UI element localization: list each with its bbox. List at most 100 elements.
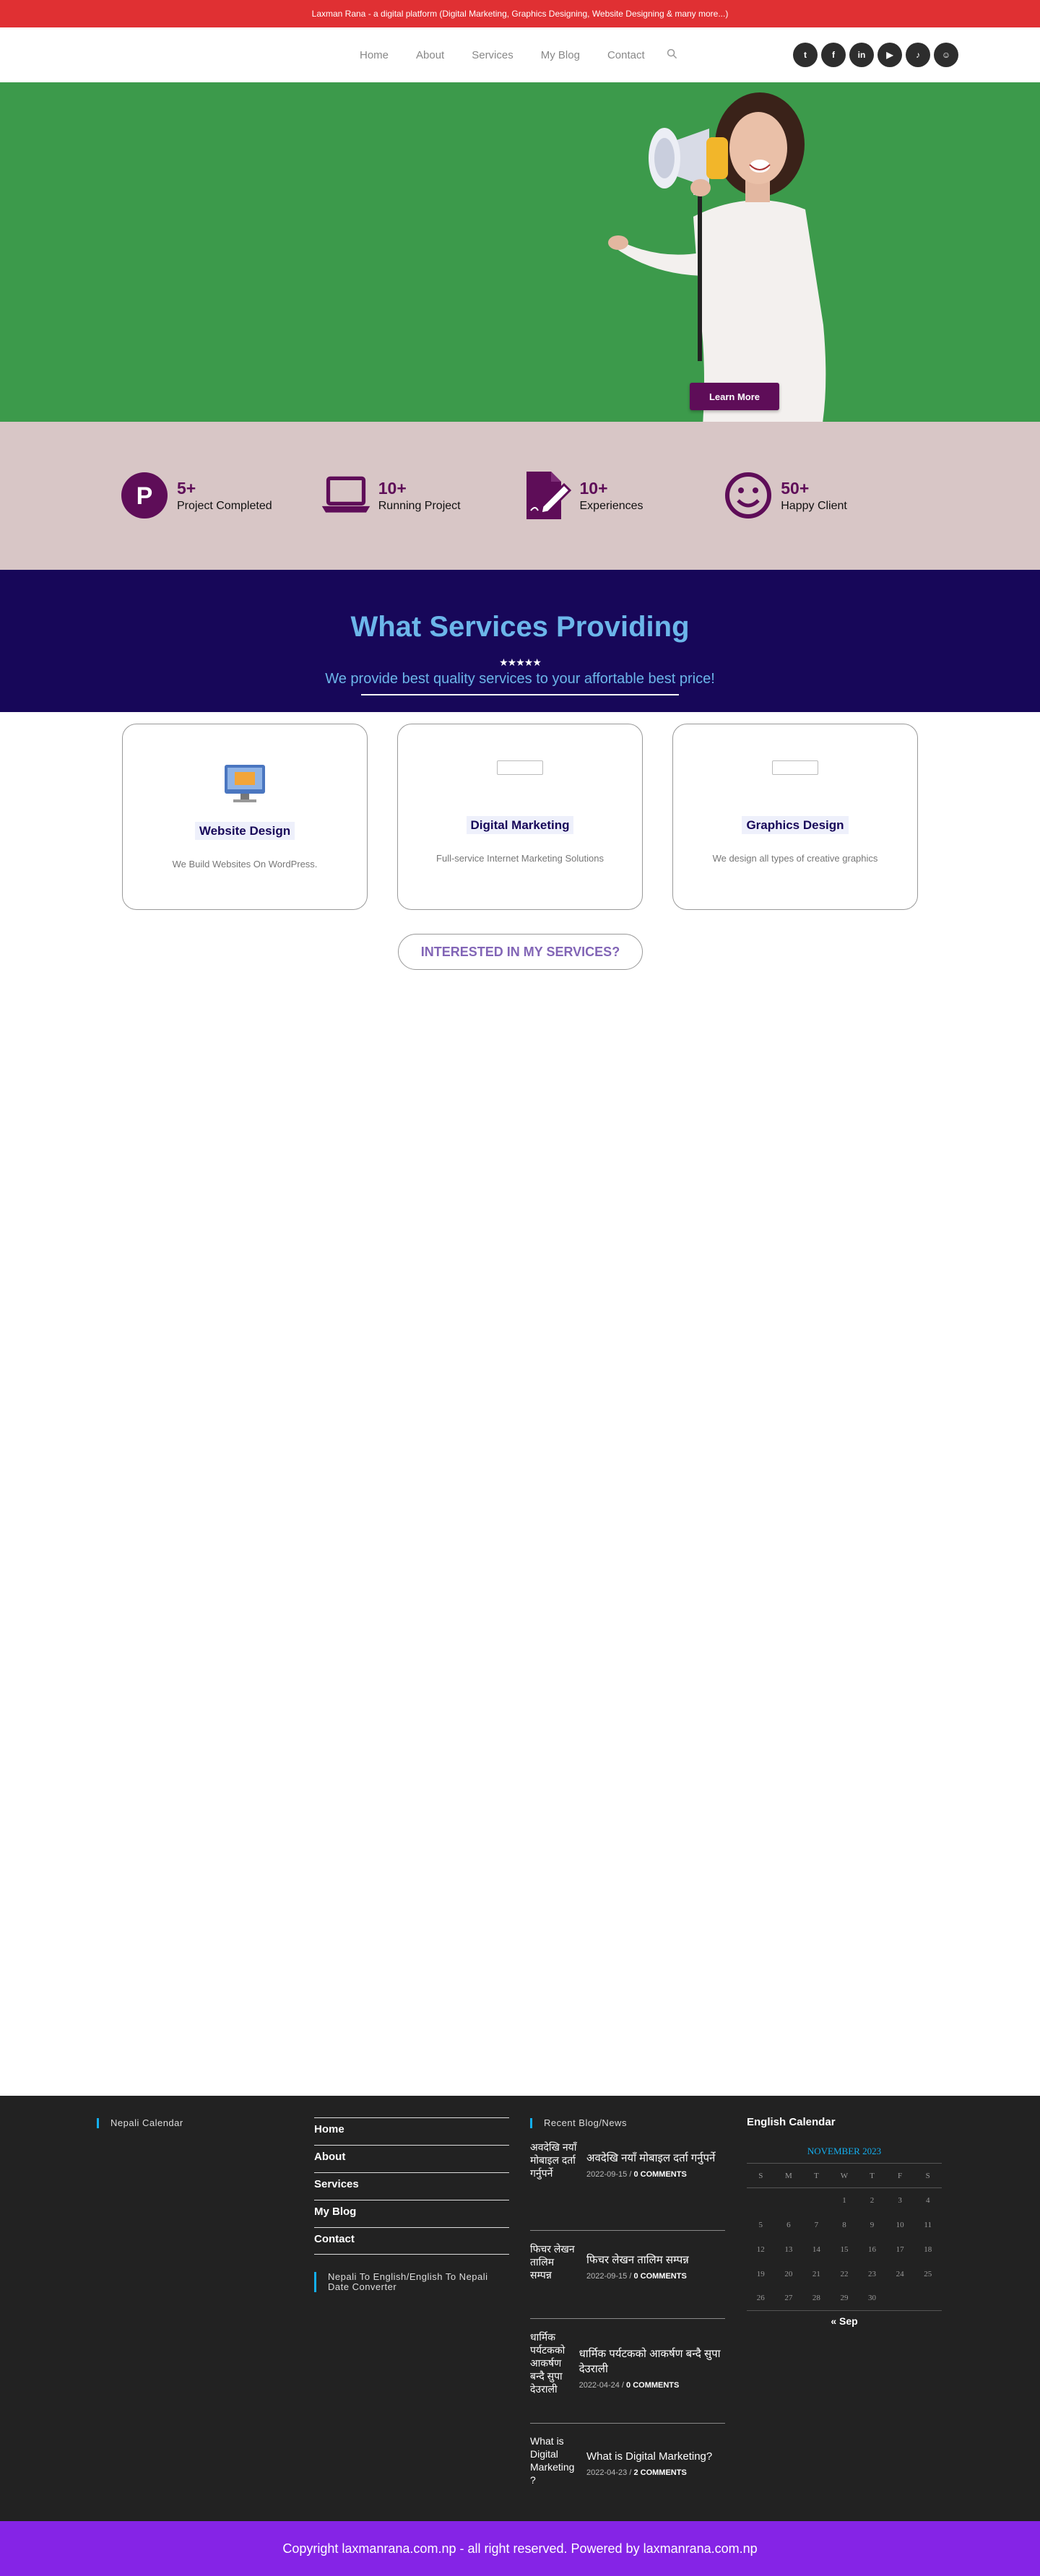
calendar-day — [802, 2188, 831, 2213]
blog-thumbnail[interactable]: What is Digital Marketing? — [530, 2434, 578, 2486]
stat-experiences: 10+ Experiences — [522, 459, 724, 532]
calendar-day: 24 — [896, 2269, 904, 2278]
weekday-header: S — [914, 2163, 942, 2188]
date-converter-heading: Nepali To English/English To Nepali Date… — [314, 2272, 502, 2292]
blog-post[interactable]: फिचर लेखन तालिम सम्पन्न फिचर लेखन तालिम … — [530, 2242, 725, 2281]
blog-comments[interactable]: 2 COMMENTS — [633, 2468, 686, 2477]
stat-label: Running Project — [378, 499, 461, 512]
calendar-day: 20 — [784, 2269, 793, 2278]
calendar-day: 25 — [924, 2269, 932, 2278]
service-title: Graphics Design — [673, 816, 917, 834]
calendar-day: 8 — [842, 2220, 846, 2229]
calendar-day: 2 — [870, 2195, 875, 2205]
smiley-icon — [723, 470, 774, 521]
nav-services[interactable]: Services — [472, 49, 514, 61]
service-card-website-design[interactable]: Website Design We Build Websites On Word… — [122, 724, 368, 910]
blog-comments[interactable]: 0 COMMENTS — [633, 2272, 686, 2281]
service-title-text: Graphics Design — [742, 816, 849, 834]
calendar-day: 11 — [924, 2220, 932, 2229]
digital-marketing-image — [497, 760, 543, 775]
nav-home[interactable]: Home — [360, 49, 389, 61]
calendar-day: 27 — [784, 2294, 793, 2303]
website-design-icon — [222, 762, 268, 809]
footer-menu: Home About Services My Blog Contact — [314, 2117, 509, 2255]
divider-line — [361, 694, 679, 695]
calendar-day: 7 — [814, 2220, 819, 2229]
stat-projects-completed: P 5+ Project Completed — [119, 459, 321, 532]
blog-post[interactable]: What is Digital Marketing? What is Digit… — [530, 2434, 725, 2486]
document-edit-icon — [522, 470, 573, 521]
blog-title[interactable]: धार्मिक पर्यटकको आकर्षण बन्दै सुपा देउरा… — [579, 2346, 725, 2377]
announcement-text: Laxman Rana - a digital platform (Digita… — [311, 9, 729, 19]
footer-link-services[interactable]: Services — [314, 2172, 509, 2200]
stats-section: P 5+ Project Completed 10+ Running Proje… — [0, 422, 1040, 570]
calendar-month: NOVEMBER 2023 — [807, 2146, 882, 2156]
graphics-design-image — [772, 760, 818, 775]
blog-title[interactable]: फिचर लेखन तालिम सम्पन्न — [586, 2252, 689, 2268]
blog-thumbnail[interactable]: अवदेखि नयाँ मोबाइल दर्ता गर्नुपर्ने — [530, 2141, 578, 2180]
blog-post[interactable]: धार्मिक पर्यटकको आकर्षण बन्दै सुपा देउरा… — [530, 2330, 725, 2395]
calendar-day: 14 — [812, 2245, 820, 2254]
snapchat-icon[interactable]: ☺ — [934, 43, 958, 67]
blog-thumbnail[interactable]: फिचर लेखन तालिम सम्पन्न — [530, 2242, 578, 2281]
blog-title[interactable]: What is Digital Marketing? — [586, 2449, 712, 2464]
calendar-day — [886, 2286, 914, 2311]
calendar-prev-month-link[interactable]: « Sep — [747, 2315, 942, 2327]
calendar-day: 1 — [842, 2195, 846, 2205]
tiktok-icon[interactable]: ♪ — [906, 43, 930, 67]
copyright-text: Copyright laxmanrana.com.np - all right … — [282, 2541, 758, 2556]
calendar-day: 10 — [896, 2220, 904, 2229]
blog-comments[interactable]: 0 COMMENTS — [633, 2170, 686, 2179]
service-title-text: Digital Marketing — [466, 816, 574, 834]
learn-more-button[interactable]: Learn More — [690, 383, 779, 410]
stat-label: Happy Client — [781, 499, 847, 512]
stat-happy-client: 50+ Happy Client — [723, 459, 924, 532]
blog-comments[interactable]: 0 COMMENTS — [626, 2381, 679, 2390]
nav-about[interactable]: About — [416, 49, 444, 61]
weekday-header: S — [747, 2163, 775, 2188]
calendar-day: 29 — [840, 2294, 849, 2303]
service-card-digital-marketing[interactable]: Digital Marketing Full-service Internet … — [397, 724, 643, 910]
blog-title[interactable]: अवदेखि नयाँ मोबाइल दर्ता गर्नुपर्ने — [586, 2151, 715, 2166]
stat-running-project: 10+ Running Project — [321, 459, 522, 532]
service-card-graphics-design[interactable]: Graphics Design We design all types of c… — [672, 724, 918, 910]
facebook-icon[interactable]: f — [821, 43, 846, 67]
footer-link-my-blog[interactable]: My Blog — [314, 2200, 509, 2227]
calendar-day: 19 — [756, 2269, 765, 2278]
calendar-day: 18 — [924, 2245, 932, 2254]
stats-row: P 5+ Project Completed 10+ Running Proje… — [119, 459, 924, 532]
footer-link-contact[interactable]: Contact — [314, 2227, 509, 2255]
search-icon[interactable] — [667, 48, 677, 62]
announcement-bar: Laxman Rana - a digital platform (Digita… — [0, 0, 1040, 27]
services-title: What Services Providing — [350, 611, 690, 643]
weekday-header: T — [802, 2163, 831, 2188]
footer-link-home[interactable]: Home — [314, 2117, 509, 2145]
linkedin-icon[interactable]: in — [849, 43, 874, 67]
footer-link-about[interactable]: About — [314, 2145, 509, 2172]
service-desc: We design all types of creative graphics — [712, 853, 878, 864]
hero-banner: Learn More — [0, 82, 1040, 422]
blog-meta: 2022-04-24 / 0 COMMENTS — [578, 2381, 680, 2390]
youtube-icon[interactable]: ▶ — [878, 43, 902, 67]
nav-contact[interactable]: Contact — [607, 49, 645, 61]
weekday-header: W — [830, 2163, 859, 2188]
blog-thumbnail[interactable]: धार्मिक पर्यटकको आकर्षण बन्दै सुपा देउरा… — [530, 2330, 571, 2395]
calendar-day: 5 — [758, 2220, 763, 2229]
blog-divider — [530, 2423, 725, 2424]
copyright-bar: Copyright laxmanrana.com.np - all right … — [0, 2521, 1040, 2576]
site-footer: Nepali Calendar Home About Services My B… — [0, 2096, 1040, 2521]
nav-my-blog[interactable]: My Blog — [541, 49, 580, 61]
blog-meta: 2022-09-15 / 0 COMMENTS — [586, 2272, 687, 2281]
weekday-header: M — [774, 2163, 803, 2188]
calendar-day: 6 — [786, 2220, 791, 2229]
calendar-day: 22 — [840, 2269, 849, 2278]
calendar-day: 23 — [868, 2269, 877, 2278]
rating-stars: ★★★★★ — [499, 656, 542, 668]
blog-post[interactable]: अवदेखि नयाँ मोबाइल दर्ता गर्नुपर्ने अवदे… — [530, 2141, 725, 2180]
weekday-header: F — [885, 2163, 914, 2188]
twitter-icon[interactable]: t — [793, 43, 818, 67]
calendar-day: 3 — [898, 2195, 902, 2205]
site-header: Home About Services My Blog Contact t f … — [0, 27, 1040, 82]
interested-services-button[interactable]: INTERESTED IN MY SERVICES? — [398, 934, 643, 970]
calendar-day: 9 — [870, 2220, 875, 2229]
